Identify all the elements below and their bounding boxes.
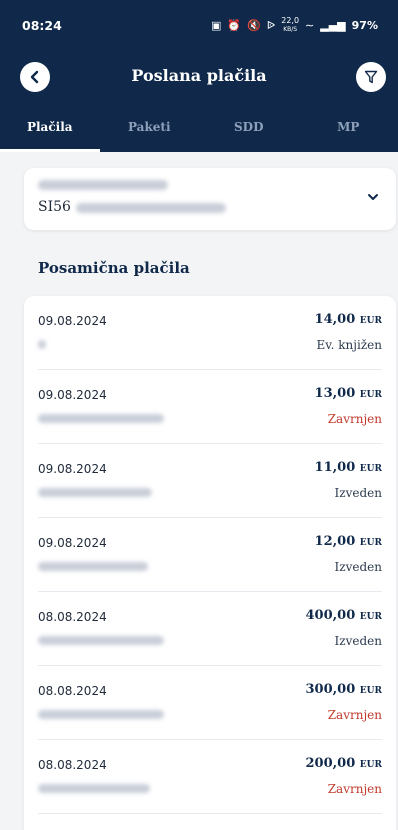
account-iban-redacted bbox=[76, 203, 226, 213]
payment-recipient-redacted bbox=[38, 488, 152, 497]
data-speed-value: 22,0 bbox=[281, 15, 300, 25]
status-bar: 08:24 ▣ ⏰ 🔇 ᐉ 22,0 KB/S ∼ ▂▄▆ 97% bbox=[0, 0, 398, 50]
payment-currency: EUR bbox=[359, 464, 382, 474]
account-selector[interactable]: SI56 bbox=[24, 168, 396, 230]
payment-amount-value: 200,00 bbox=[305, 756, 356, 771]
payment-currency: EUR bbox=[359, 686, 382, 696]
payment-amount: 300,00 EUR bbox=[306, 682, 383, 697]
tab-bar: Plačila Paketi SDD MP bbox=[0, 112, 398, 152]
data-speed: 22,0 KB/S bbox=[281, 15, 300, 34]
payment-status: Ev. knjižen bbox=[316, 338, 382, 352]
payment-amount: 200,00 EUR bbox=[306, 756, 383, 771]
payments-list: 09.08.2024 14,00 EUR Ev. knjižen 09.08.2024… bbox=[24, 296, 396, 830]
payment-date: 09.08.2024 bbox=[38, 314, 107, 328]
nfc-icon: ▣ bbox=[210, 18, 222, 32]
wifi-icon: ∼ bbox=[305, 18, 315, 32]
payment-date: 09.08.2024 bbox=[38, 462, 107, 476]
filter-icon bbox=[364, 70, 378, 84]
payment-row[interactable]: 08.08.2024 400,00 EUR Izveden bbox=[38, 592, 382, 666]
payment-recipient-redacted bbox=[38, 562, 148, 571]
tab-sdd[interactable]: SDD bbox=[199, 112, 299, 152]
tab-mp[interactable]: MP bbox=[299, 112, 398, 152]
payment-amount: 400,00 EUR bbox=[306, 608, 383, 623]
chevron-down-icon bbox=[368, 194, 378, 200]
account-iban-prefix: SI56 bbox=[38, 199, 71, 215]
payment-currency: EUR bbox=[359, 390, 382, 400]
data-speed-unit: KB/S bbox=[283, 25, 298, 33]
payment-row[interactable]: 08.08.2024 300,00 EUR Zavrnjen bbox=[38, 666, 382, 740]
tab-paketi[interactable]: Paketi bbox=[100, 112, 200, 152]
payment-currency: EUR bbox=[359, 538, 382, 548]
status-icons: ▣ ⏰ 🔇 ᐉ 22,0 KB/S ∼ ▂▄▆ 97% bbox=[210, 15, 378, 34]
payment-recipient-redacted bbox=[38, 636, 164, 645]
nav-row: Poslana plačila bbox=[0, 56, 398, 104]
payment-amount: 14,00 EUR bbox=[315, 312, 382, 327]
payment-row[interactable]: 09.08.2024 12,00 EUR Izveden bbox=[38, 518, 382, 592]
payment-date: 08.08.2024 bbox=[38, 610, 107, 624]
signal-icon: ▂▄▆ bbox=[320, 18, 346, 32]
payment-recipient-redacted bbox=[38, 784, 150, 793]
payment-amount: 13,00 EUR bbox=[315, 386, 382, 401]
status-time: 08:24 bbox=[22, 17, 62, 33]
payment-row[interactable]: 09.08.2024 11,00 EUR Izveden bbox=[38, 444, 382, 518]
payment-amount-value: 300,00 bbox=[305, 682, 356, 697]
payment-recipient-redacted bbox=[38, 710, 164, 719]
payment-currency: EUR bbox=[359, 612, 382, 622]
payment-recipient-redacted bbox=[38, 340, 46, 349]
payment-row[interactable]: 08.08.2024 200,00 EUR Zavrnjen bbox=[38, 740, 382, 814]
payment-date: 09.08.2024 bbox=[38, 388, 107, 402]
payment-status: Zavrnjen bbox=[327, 708, 382, 722]
payment-row[interactable]: 09.08.2024 14,00 EUR Ev. knjižen bbox=[38, 296, 382, 370]
alarm-icon: ⏰ bbox=[227, 18, 242, 32]
payment-amount-value: 13,00 bbox=[314, 386, 356, 401]
payment-amount: 12,00 EUR bbox=[315, 534, 382, 549]
payment-status: Izveden bbox=[334, 634, 382, 648]
filter-button[interactable] bbox=[356, 62, 386, 92]
battery-level: 97% bbox=[351, 18, 378, 32]
mute-icon: 🔇 bbox=[247, 18, 261, 32]
payment-date: 08.08.2024 bbox=[38, 758, 107, 772]
payment-amount-value: 14,00 bbox=[314, 312, 356, 327]
payment-currency: EUR bbox=[359, 760, 382, 770]
page-title: Poslana plačila bbox=[131, 66, 267, 85]
payment-amount-value: 11,00 bbox=[314, 460, 356, 475]
payment-status: Zavrnjen bbox=[327, 782, 382, 796]
tab-placila[interactable]: Plačila bbox=[0, 112, 100, 152]
payment-amount: 11,00 EUR bbox=[315, 460, 382, 475]
bluetooth-icon: ᐉ bbox=[266, 18, 276, 32]
app-header: 08:24 ▣ ⏰ 🔇 ᐉ 22,0 KB/S ∼ ▂▄▆ 97% Poslan… bbox=[0, 0, 398, 152]
payment-amount-value: 12,00 bbox=[314, 534, 356, 549]
payment-date: 09.08.2024 bbox=[38, 536, 107, 550]
payment-date: 08.08.2024 bbox=[38, 684, 107, 698]
payment-status: Zavrnjen bbox=[327, 412, 382, 426]
payment-status: Izveden bbox=[334, 486, 382, 500]
payment-currency: EUR bbox=[359, 316, 382, 326]
payment-row[interactable]: 09.08.2024 13,00 EUR Zavrnjen bbox=[38, 370, 382, 444]
account-name-redacted bbox=[38, 180, 168, 190]
payment-amount-value: 400,00 bbox=[305, 608, 356, 623]
section-title: Posamična plačila bbox=[38, 259, 190, 277]
payment-recipient-redacted bbox=[38, 414, 164, 423]
payment-status: Izveden bbox=[334, 560, 382, 574]
